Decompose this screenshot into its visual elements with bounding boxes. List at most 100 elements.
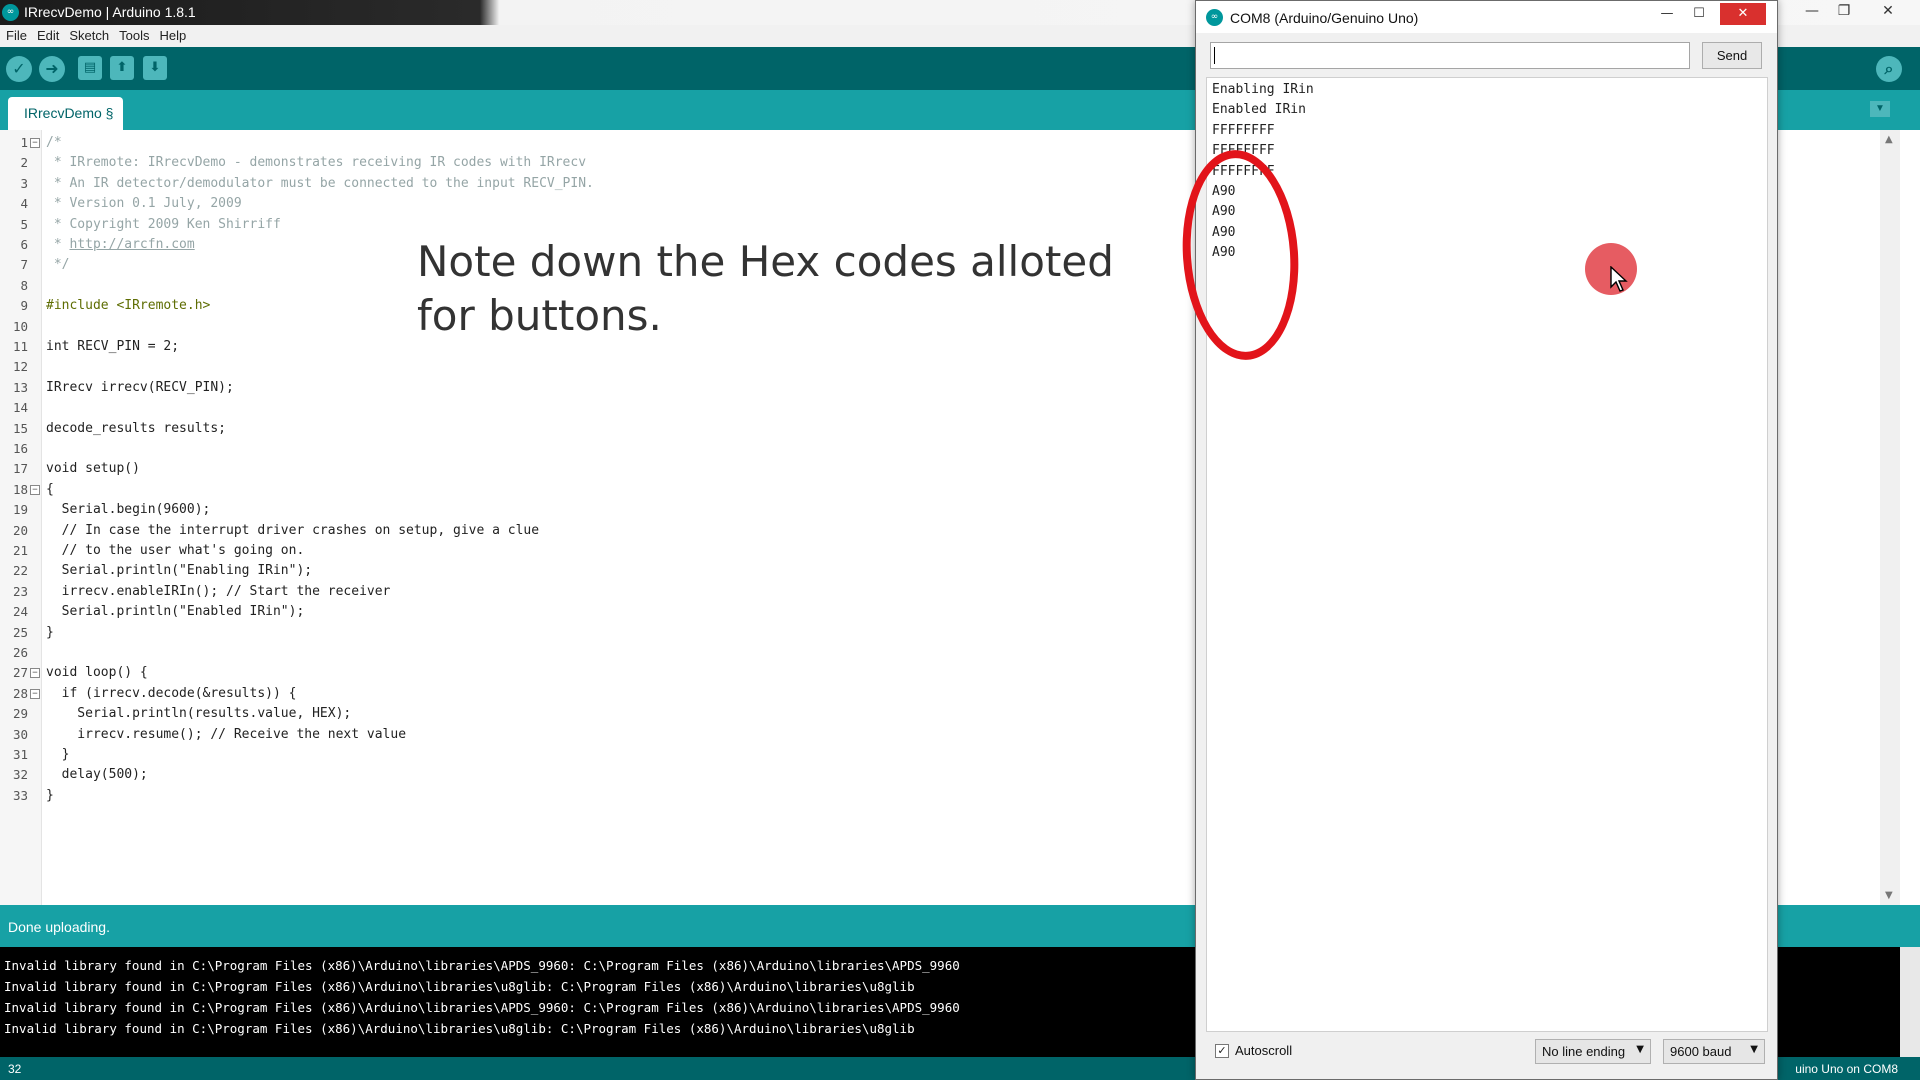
line-number: 28	[12, 685, 28, 701]
code-line: delay(500);	[46, 767, 148, 783]
verify-check-icon[interactable]: ✓	[6, 56, 32, 82]
serial-output-line: FFFFFFFF	[1212, 123, 1275, 138]
fold-toggle-icon[interactable]: −	[30, 688, 40, 699]
console-line: Invalid library found in C:\Program File…	[4, 1021, 915, 1036]
line-number: 33	[12, 787, 28, 803]
serial-monitor-magnifier-icon[interactable]: ⌕	[1876, 56, 1902, 82]
comment-prefix: *	[46, 237, 70, 252]
line-number: 3	[20, 175, 28, 191]
line-number: 13	[12, 379, 28, 395]
line-number: 20	[12, 522, 28, 538]
cursor-line-number: 32	[8, 1062, 22, 1076]
code-line: void setup()	[46, 461, 140, 477]
save-arrow-down-icon[interactable]: ⬇	[143, 56, 167, 80]
fold-toggle-icon[interactable]: −	[30, 484, 40, 495]
code-line: irrecv.enableIRIn(); // Start the receiv…	[46, 583, 391, 599]
code-line: Serial.println(results.value, HEX);	[46, 706, 352, 722]
line-number: 5	[20, 216, 28, 232]
serial-output-line: Enabled IRin	[1212, 102, 1306, 117]
line-number: 15	[12, 420, 28, 436]
send-button[interactable]: Send	[1702, 42, 1762, 69]
code-line: Serial.println("Enabled IRin");	[46, 604, 305, 620]
upload-arrow-right-icon[interactable]: ➜	[39, 56, 65, 82]
serial-close-icon[interactable]: ✕	[1720, 3, 1766, 25]
menu-tools[interactable]: Tools	[113, 25, 153, 43]
code-line: {	[46, 481, 54, 497]
video-overlay-note: Note down the Hex codes alloted for butt…	[417, 237, 1114, 340]
serial-maximize-icon[interactable]: ☐	[1682, 3, 1716, 25]
autoscroll-checkbox[interactable]: ✓	[1215, 1044, 1229, 1058]
console-line: Invalid library found in C:\Program File…	[4, 1000, 960, 1015]
text-caret	[1214, 47, 1215, 64]
code-line: IRrecv irrecv(RECV_PIN);	[46, 379, 234, 395]
status-message: Done uploading.	[8, 919, 110, 935]
fold-toggle-icon[interactable]: −	[30, 668, 40, 679]
code-line: Serial.begin(9600);	[46, 502, 211, 518]
line-number: 18	[12, 481, 28, 497]
window-title: IRrecvDemo | Arduino 1.8.1	[24, 4, 196, 20]
serial-monitor-window: ∞ COM8 (Arduino/Genuino Uno) — ☐ ✕ Send …	[1195, 0, 1778, 1080]
open-arrow-up-icon[interactable]: ⬆	[110, 56, 134, 80]
code-line: }	[46, 747, 70, 762]
line-number: 22	[12, 563, 28, 579]
baud-rate-select[interactable]: 9600 baud ▼	[1663, 1039, 1765, 1064]
line-number: 2	[20, 155, 28, 171]
code-line: * http://arcfn.com	[46, 237, 195, 252]
serial-send-input[interactable]	[1210, 42, 1690, 69]
serial-output-line: Enabling IRin	[1212, 82, 1314, 97]
chevron-down-icon: ▼	[1750, 1044, 1758, 1055]
code-line: * Copyright 2009 Ken Shirriff	[46, 216, 281, 232]
console-line: Invalid library found in C:\Program File…	[4, 979, 915, 994]
code-line: void loop() {	[46, 665, 148, 681]
arduino-logo-icon: ∞	[1206, 9, 1223, 26]
scroll-up-icon[interactable]: ▲	[1885, 134, 1893, 145]
line-number-gutter: 1−2 3 4 5 6 7 8 9 10 11 12 13 14 15 16 17 18−19 20 21 22 23 2…	[0, 130, 42, 905]
line-ending-select[interactable]: No line ending ▼	[1535, 1039, 1651, 1064]
menu-help[interactable]: Help	[153, 25, 190, 43]
code-line: irrecv.resume(); // Receive the next val…	[46, 726, 407, 742]
chevron-down-icon: ▼	[1636, 1044, 1644, 1055]
serial-window-title: COM8 (Arduino/Genuino Uno)	[1230, 10, 1419, 26]
line-number: 11	[12, 339, 28, 354]
baud-rate-value: 9600 baud	[1670, 1044, 1732, 1059]
line-number: 32	[12, 767, 28, 783]
code-line: decode_results results;	[46, 420, 227, 436]
line-number: 19	[12, 502, 28, 518]
tab-menu-chevron-down-icon[interactable]: ▼	[1870, 101, 1890, 117]
code-line: #include <IRremote.h>	[46, 298, 211, 314]
code-line: // In case the interrupt driver crashes …	[46, 522, 540, 538]
code-line: * An IR detector/demodulator must be con…	[46, 175, 594, 191]
line-number: 6	[20, 237, 28, 252]
menu-file[interactable]: File	[0, 25, 31, 43]
close-icon[interactable]: ✕	[1866, 0, 1910, 22]
comment-link[interactable]: http://arcfn.com	[69, 237, 194, 252]
serial-titlebar: ∞ COM8 (Arduino/Genuino Uno) — ☐ ✕	[1196, 1, 1777, 33]
line-number: 7	[20, 257, 28, 273]
line-number: 1	[20, 135, 28, 150]
line-number: 24	[12, 604, 28, 620]
code-line: */	[46, 257, 70, 273]
tab-irrecvdemo[interactable]: IRrecvDemo §	[8, 97, 123, 130]
console-scrollbar[interactable]	[1900, 947, 1920, 1057]
menu-edit[interactable]: Edit	[31, 25, 63, 43]
line-number: 25	[12, 624, 28, 640]
scroll-down-icon[interactable]: ▼	[1885, 890, 1893, 901]
line-number: 12	[12, 359, 28, 375]
line-number: 21	[12, 543, 28, 558]
line-number: 31	[12, 747, 28, 762]
line-number: 9	[20, 298, 28, 314]
serial-minimize-icon[interactable]: —	[1650, 3, 1684, 25]
editor-scrollbar[interactable]: ▲ ▼	[1880, 130, 1900, 905]
restore-icon[interactable]: ❐	[1822, 0, 1866, 22]
line-number: 14	[12, 400, 28, 416]
code-line: * Version 0.1 July, 2009	[46, 196, 242, 212]
fold-toggle-icon[interactable]: −	[30, 138, 40, 148]
code-line: Serial.println("Enabling IRin");	[46, 563, 313, 579]
code-line: if (irrecv.decode(&results)) {	[46, 685, 297, 701]
new-file-icon[interactable]: ▤	[78, 56, 102, 80]
line-ending-value: No line ending	[1542, 1044, 1626, 1059]
autoscroll-label: Autoscroll	[1235, 1043, 1293, 1058]
board-port-label: uino Uno on COM8	[1795, 1062, 1898, 1076]
code-line: * IRremote: IRrecvDemo - demonstrates re…	[46, 155, 587, 171]
menu-sketch[interactable]: Sketch	[63, 25, 113, 43]
